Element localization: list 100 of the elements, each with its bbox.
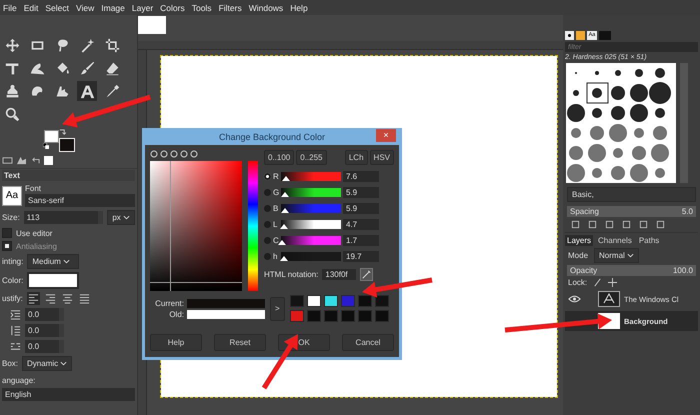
tool-options-tab-icon[interactable] <box>2 156 13 165</box>
radio-button[interactable] <box>264 173 271 180</box>
menu-item[interactable]: Image <box>101 2 125 12</box>
tool-button[interactable] <box>77 81 97 101</box>
channel-slider[interactable] <box>281 236 341 245</box>
menu-item[interactable]: Filters <box>218 2 242 12</box>
undo-history-tab-icon[interactable] <box>30 156 41 165</box>
text-color-button[interactable] <box>27 272 80 289</box>
channel-slider[interactable] <box>281 220 341 229</box>
background-color-swatch[interactable] <box>59 138 75 152</box>
default-colors-icon[interactable] <box>43 143 49 149</box>
spacing-field[interactable]: 0.0 <box>25 308 64 321</box>
hue-strip[interactable] <box>248 161 258 291</box>
checkbox[interactable] <box>2 241 12 251</box>
justify-icon[interactable] <box>60 292 74 305</box>
slider-thumb[interactable] <box>280 192 289 197</box>
channel-value-field[interactable]: 1.7 <box>343 235 379 246</box>
history-button[interactable]: > <box>270 296 285 320</box>
menu-item[interactable]: File <box>3 2 17 12</box>
justify-icon[interactable] <box>44 292 57 305</box>
dock-tab[interactable]: Layers <box>565 235 594 246</box>
channel-value-field[interactable]: 5.9 <box>343 187 379 198</box>
radio-button[interactable] <box>264 189 271 196</box>
history-swatch[interactable] <box>340 295 355 307</box>
history-swatch[interactable] <box>324 310 338 322</box>
history-swatch[interactable] <box>374 295 389 307</box>
menu-item[interactable]: Help <box>290 2 308 12</box>
swap-colors-icon[interactable] <box>59 129 66 136</box>
eyedropper-icon[interactable] <box>360 268 374 281</box>
menu-item[interactable]: Windows <box>248 2 284 12</box>
slider-fill[interactable] <box>567 206 696 217</box>
history-swatch[interactable] <box>324 295 338 307</box>
close-button[interactable]: × <box>376 129 396 142</box>
dialog-button[interactable]: Reset <box>214 334 266 351</box>
html-notation-field[interactable]: 130f0f <box>322 269 356 280</box>
dialog-button[interactable]: Cancel <box>342 334 394 351</box>
justify-icon[interactable] <box>78 292 91 305</box>
eye-icon[interactable] <box>568 295 581 303</box>
radio-button[interactable] <box>264 237 271 244</box>
channel-slider[interactable] <box>281 172 341 181</box>
brush-preset-dropdown[interactable]: Basic, <box>567 187 696 202</box>
box-dropdown[interactable]: Dynamic <box>22 356 72 371</box>
slider-fill[interactable] <box>567 265 696 276</box>
menu-item[interactable]: View <box>76 2 94 12</box>
dock-tab[interactable]: Channels <box>596 235 634 246</box>
range-button[interactable]: 0..255 <box>296 150 326 165</box>
history-swatch[interactable] <box>340 310 355 322</box>
menu-item[interactable]: Edit <box>24 2 38 12</box>
spacing-field[interactable]: 0.0 <box>25 324 64 337</box>
language-field[interactable]: English <box>2 388 135 401</box>
channel-value-field[interactable]: 5.9 <box>343 203 379 214</box>
model-button[interactable]: LCh <box>344 150 368 165</box>
brushes-tab-icon[interactable] <box>565 31 574 40</box>
slider-thumb[interactable] <box>280 224 288 229</box>
justify-icon[interactable] <box>26 292 40 305</box>
mode-dropdown[interactable]: Normal <box>594 248 640 263</box>
menu-item[interactable]: Select <box>45 2 69 12</box>
radio-button[interactable] <box>264 221 271 228</box>
menu-item[interactable]: Layer <box>132 2 154 12</box>
history-swatch[interactable] <box>358 295 372 307</box>
menu-item[interactable]: Tools <box>192 2 212 12</box>
spacing-label: Spacing <box>570 207 599 216</box>
channel-value-field[interactable]: 4.7 <box>343 219 379 230</box>
range-button[interactable]: 0..100 <box>264 150 294 165</box>
channel-value-field[interactable]: 7.6 <box>343 171 379 182</box>
slider-thumb[interactable] <box>282 176 290 181</box>
history-swatch[interactable] <box>290 310 304 322</box>
checkbox[interactable] <box>2 228 12 238</box>
unit-dropdown[interactable]: px <box>107 210 135 225</box>
radio-button[interactable] <box>264 253 271 260</box>
channel-slider[interactable] <box>281 188 341 197</box>
history-swatch[interactable] <box>358 310 372 322</box>
scrollbar[interactable] <box>680 63 688 183</box>
dock-tab[interactable]: Paths <box>636 235 662 246</box>
history-swatch[interactable] <box>374 310 389 322</box>
device-status-tab-icon[interactable] <box>16 156 27 165</box>
lock-pixels-icon[interactable] <box>593 278 602 287</box>
image-tab-thumbnail[interactable] <box>138 16 166 34</box>
menu-item[interactable]: Colors <box>160 2 185 12</box>
channel-value-field[interactable]: 19.7 <box>343 251 379 262</box>
foreground-color-swatch[interactable] <box>44 130 59 143</box>
dialog-button[interactable]: Help <box>150 334 202 351</box>
radio-button[interactable] <box>264 205 271 212</box>
hinting-dropdown[interactable]: Medium <box>27 254 80 269</box>
slider-thumb[interactable] <box>280 256 288 261</box>
size-field[interactable]: 113 <box>24 211 104 224</box>
font-preview[interactable]: Aa <box>2 186 22 206</box>
history-swatch[interactable] <box>306 295 321 307</box>
color-square[interactable] <box>150 161 242 291</box>
history-swatch[interactable] <box>290 295 304 307</box>
font-field[interactable]: Sans-serif <box>25 194 135 207</box>
channel-slider[interactable] <box>281 204 341 213</box>
lock-position-icon[interactable] <box>608 278 618 287</box>
slider-thumb[interactable] <box>280 208 289 213</box>
history-swatch[interactable] <box>306 310 321 322</box>
brush-grid-drawing[interactable] <box>565 63 677 183</box>
channel-slider[interactable] <box>281 252 341 261</box>
slider-thumb[interactable] <box>278 240 286 245</box>
model-button[interactable]: HSV <box>370 150 394 165</box>
spacing-field[interactable]: 0.0 <box>25 340 64 353</box>
